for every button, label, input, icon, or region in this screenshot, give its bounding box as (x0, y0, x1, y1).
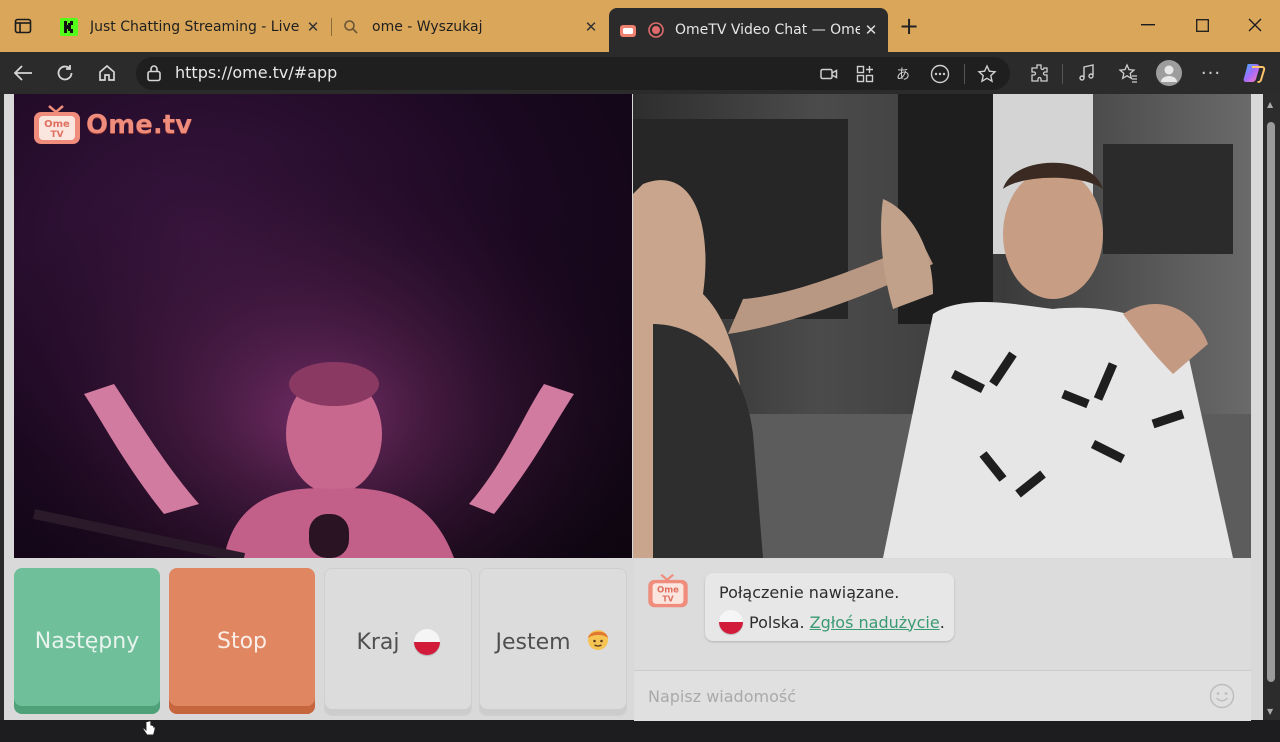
favorite-star-icon[interactable] (976, 64, 998, 84)
minimize-button[interactable] (1125, 10, 1171, 40)
tab-search[interactable]: ome - Wyszukaj ✕ (332, 8, 608, 46)
message-input[interactable] (646, 683, 1190, 709)
country-button[interactable]: Kraj (324, 568, 472, 716)
ometv-bot-avatar-icon: Ome TV (646, 573, 690, 613)
page-viewport: Ome TV Ome.tv ▲ ▼ Następny Stop Kraj Jes… (0, 94, 1280, 736)
tab-kick[interactable]: Just Chatting Streaming - Live Str ✕ (50, 8, 330, 46)
tab-title: OmeTV Video Chat — Omeg (675, 22, 860, 38)
new-tab-button[interactable]: + (896, 14, 922, 40)
address-bar[interactable]: https://ome.tv/#app あ (136, 57, 1010, 90)
kick-icon (60, 18, 78, 36)
search-icon (342, 18, 360, 36)
home-button[interactable] (93, 60, 121, 86)
ometv-logo: Ome TV Ome.tv (32, 104, 192, 146)
poland-flag-icon (413, 629, 440, 655)
tab-actions-icon[interactable] (8, 12, 38, 40)
divider (964, 64, 965, 84)
stop-button-label: Stop (216, 628, 267, 654)
copilot-icon[interactable] (1241, 60, 1267, 86)
more-actions-icon[interactable] (929, 64, 951, 84)
ometv-tab-icon (619, 21, 637, 39)
favorites-icon[interactable] (1115, 60, 1141, 86)
close-tab-icon[interactable]: ✕ (302, 16, 324, 38)
gender-button[interactable]: Jestem (479, 568, 627, 716)
poland-flag-icon (719, 610, 743, 634)
message-input-bar (634, 670, 1251, 721)
close-tab-icon[interactable]: ✕ (860, 19, 882, 41)
remote-video (633, 94, 1251, 558)
tab-title: Just Chatting Streaming - Live Str (90, 19, 302, 35)
settings-more-icon[interactable]: ··· (1198, 60, 1224, 86)
report-abuse-link[interactable]: Zgłoś nadużycie (810, 613, 940, 632)
local-video: Ome TV Ome.tv (14, 94, 632, 558)
ometv-logo-text: Ome.tv (86, 110, 193, 140)
emoji-picker-icon[interactable] (1209, 683, 1235, 713)
svg-text:TV: TV (662, 594, 673, 603)
recording-icon (647, 21, 665, 39)
local-video-feed (14, 94, 632, 558)
tab-ometv[interactable]: OmeTV Video Chat — Omeg ✕ (609, 8, 888, 52)
extensions-icon[interactable] (1026, 60, 1052, 86)
close-tab-icon[interactable]: ✕ (580, 16, 602, 38)
ometv-tv-icon: Ome TV (34, 105, 80, 144)
scroll-down-arrow-icon[interactable]: ▼ (1267, 707, 1273, 716)
svg-text:Ome: Ome (44, 119, 70, 130)
gender-button-label: Jestem (495, 629, 571, 655)
app-available-icon[interactable] (854, 64, 876, 84)
navigation-bar: https://ome.tv/#app あ ··· (0, 52, 1280, 94)
divider (1062, 64, 1063, 84)
lock-icon[interactable] (146, 64, 162, 86)
page-scrollbar[interactable]: ▲ ▼ (1263, 94, 1280, 720)
country-name: Polska. (749, 612, 805, 632)
chat-panel: Ome TV Połączenie nawiązane. Polska. Zgł… (634, 559, 1251, 721)
system-message-bubble: Połączenie nawiązane. Polska. Zgłoś nadu… (705, 573, 954, 641)
url-text[interactable]: https://ome.tv/#app (175, 63, 337, 82)
tab-strip: Just Chatting Streaming - Live Str ✕ ome… (0, 0, 1280, 52)
translate-icon[interactable]: あ (892, 64, 914, 84)
media-control-icon[interactable] (1074, 60, 1100, 86)
profile-avatar-icon[interactable] (1156, 60, 1182, 86)
boy-face-icon (585, 626, 611, 658)
refresh-button[interactable] (51, 60, 79, 86)
svg-text:TV: TV (50, 130, 63, 140)
stop-button[interactable]: Stop (169, 568, 315, 714)
tab-title: ome - Wyszukaj (372, 19, 483, 35)
maximize-button[interactable] (1179, 10, 1225, 40)
scroll-up-arrow-icon[interactable]: ▲ (1267, 100, 1273, 109)
country-line: Polska. Zgłoś nadużycie . (719, 610, 945, 634)
next-button-label: Następny (34, 628, 140, 654)
remote-video-feed (633, 94, 1251, 558)
next-button[interactable]: Następny (14, 568, 160, 714)
scrollbar-thumb[interactable] (1267, 122, 1275, 682)
camera-icon[interactable] (818, 64, 840, 84)
back-button[interactable] (9, 60, 37, 86)
country-button-label: Kraj (356, 629, 400, 655)
report-suffix: . (939, 612, 945, 632)
connection-message: Połączenie nawiązane. (719, 583, 900, 602)
mouse-pointer-icon (142, 720, 156, 742)
close-window-button[interactable] (1232, 10, 1278, 40)
